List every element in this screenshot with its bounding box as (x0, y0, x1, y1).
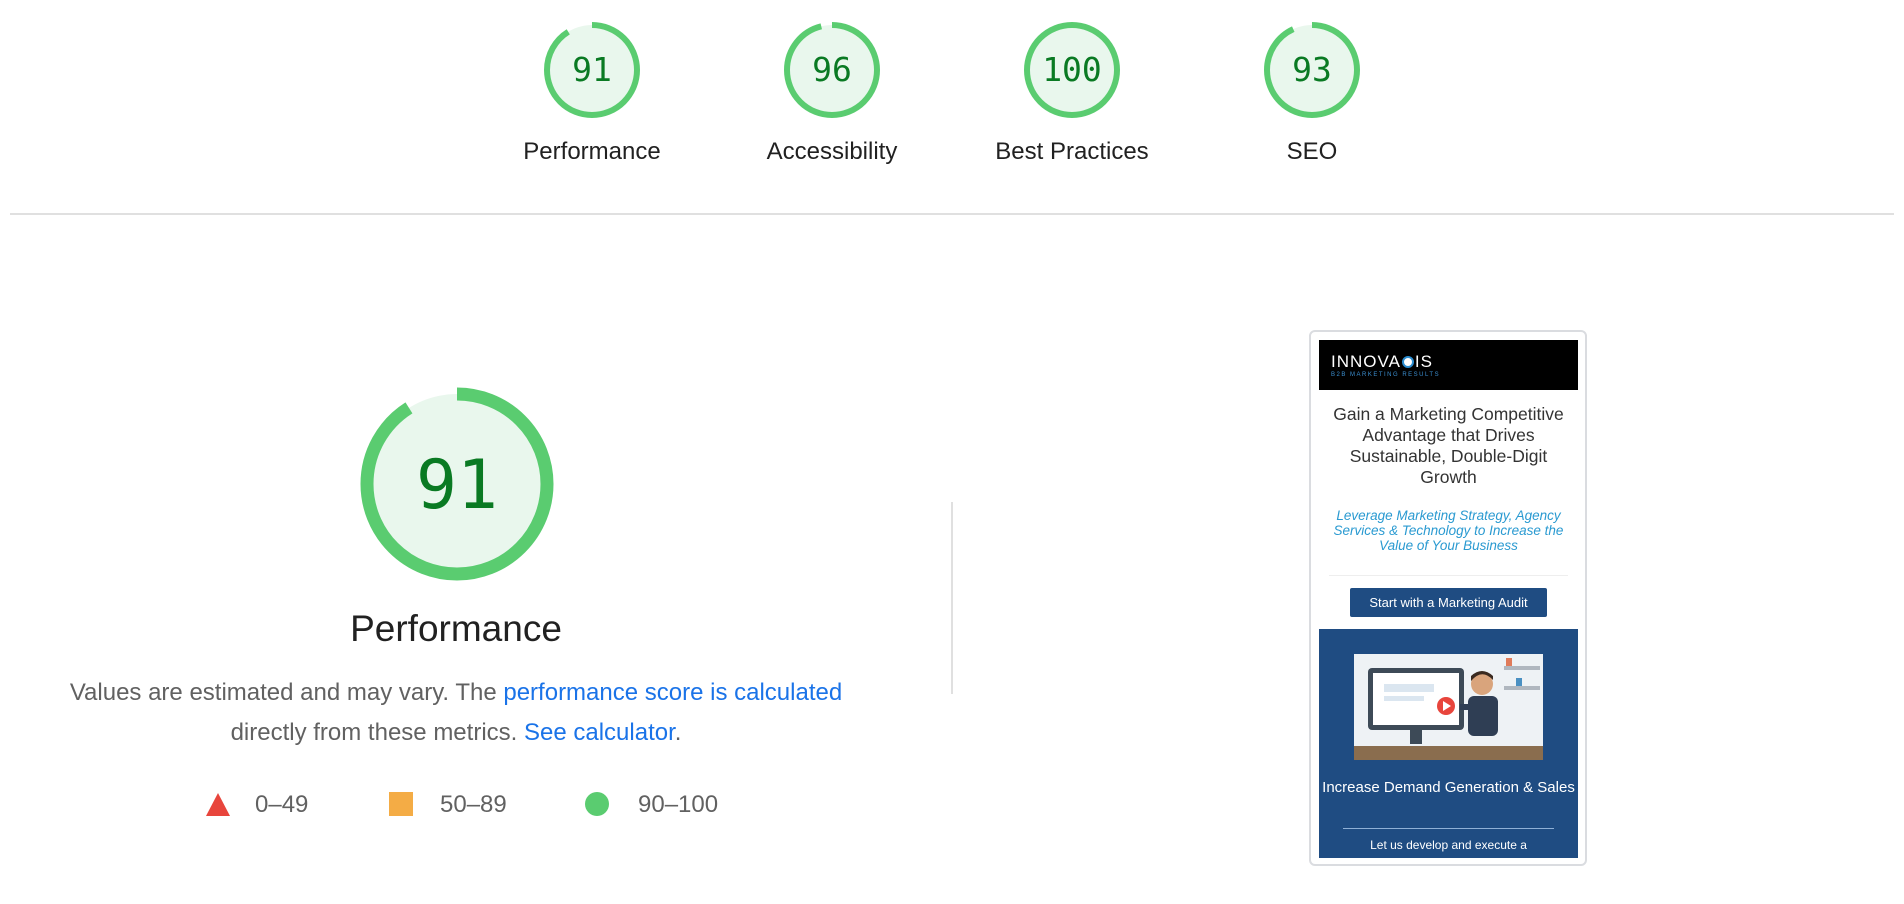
video-illustration-icon (1354, 654, 1543, 760)
site-logo: INNOVA IS (1331, 352, 1433, 371)
gauge-accessibility-ring: 96 (784, 22, 880, 118)
gauge-seo[interactable]: 93 SEO (1212, 20, 1412, 166)
see-calculator-link[interactable]: See calculator (524, 719, 675, 746)
gauge-best-practices-ring: 100 (1024, 22, 1120, 118)
header-divider (10, 213, 1894, 215)
site-header: INNOVA IS B2B MARKETING RESULTS (1319, 340, 1578, 390)
site-subhead: Leverage Marketing Strategy, Agency Serv… (1333, 508, 1564, 553)
desc-middle: directly from these metrics. (230, 719, 524, 746)
performance-gauge-score: 91 (416, 446, 498, 525)
demand-section-title: Increase Demand Generation & Sales (1322, 779, 1575, 796)
gauge-seo-label: SEO (1286, 138, 1338, 165)
gauge-performance-ring: 91 (544, 22, 640, 118)
legend-range-pass: 90–100 (638, 791, 719, 818)
performance-gauge: 91 (360, 387, 554, 581)
gauge-best-practices-score: 100 (1042, 50, 1102, 89)
desc-prefix: Values are estimated and may vary. The (69, 679, 504, 706)
globe-icon (1401, 356, 1414, 368)
gauge-performance[interactable]: 91 Performance (492, 20, 692, 166)
gauge-seo-score: 93 (1292, 50, 1332, 89)
demand-section-divider (1343, 828, 1554, 829)
gauge-performance-score: 91 (572, 50, 612, 89)
final-screenshot[interactable]: INNOVA IS B2B MARKETING RESULTS Gain a Ma… (1309, 330, 1587, 866)
gauge-best-practices[interactable]: 100 Best Practices (972, 20, 1172, 166)
gauge-best-practices-label: Best Practices (995, 138, 1149, 165)
site-divider (1329, 575, 1568, 576)
circle-icon (585, 792, 609, 816)
performance-score-link[interactable]: performance score is calculated (503, 679, 842, 706)
category-scores: 91 Performance 96 Accessibility 100 Best… (0, 20, 1904, 180)
performance-title: Performance (350, 608, 562, 649)
desc-suffix: . (674, 719, 682, 746)
gauge-seo-ring: 93 (1264, 22, 1360, 118)
site-tagline: B2B MARKETING RESULTS (1331, 372, 1441, 378)
site-headline: Gain a Marketing Competitive Advantage t… (1333, 404, 1564, 487)
demand-section-text: Let us develop and execute a (1370, 838, 1527, 852)
legend-range-average: 50–89 (440, 791, 507, 818)
triangle-icon (206, 793, 230, 816)
section-separator (951, 502, 953, 694)
square-icon (389, 792, 413, 816)
performance-description: Values are estimated and may vary. The p… (40, 673, 872, 753)
gauge-performance-label: Performance (523, 138, 661, 165)
demand-section: Increase Demand Generation & Sales Let u… (1319, 629, 1578, 858)
gauge-accessibility-label: Accessibility (766, 138, 898, 165)
gauge-accessibility-score: 96 (812, 50, 852, 89)
gauge-accessibility[interactable]: 96 Accessibility (732, 20, 932, 166)
legend-range-fail: 0–49 (255, 791, 309, 818)
marketing-audit-button: Start with a Marketing Audit (1350, 588, 1547, 617)
screenshot-page: INNOVA IS B2B MARKETING RESULTS Gain a Ma… (1319, 340, 1578, 858)
